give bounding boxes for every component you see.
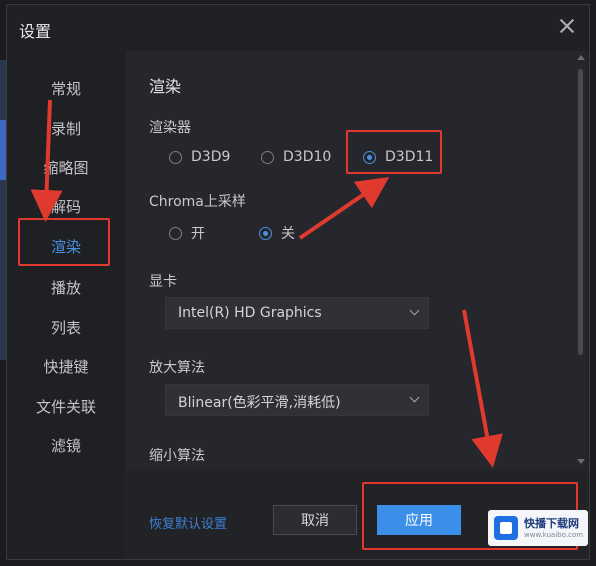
watermark-title: 快播下载网 (524, 517, 579, 530)
radio-checked-icon (259, 226, 272, 240)
radio-icon (261, 150, 274, 164)
renderer-option-d3d10[interactable]: D3D10 (261, 149, 331, 165)
cancel-button[interactable]: 取消 (273, 505, 357, 535)
renderer-option-d3d9[interactable]: D3D9 (169, 149, 230, 165)
scrollbar-thumb[interactable] (578, 69, 583, 355)
upscale-select-value: Blinear(色彩平滑,消耗低) (178, 395, 341, 411)
sidebar-item-render[interactable]: 渲染 (7, 234, 125, 260)
chroma-option-label: 关 (281, 226, 295, 242)
site-watermark: 快播下载网 www.kuaibo.com (488, 510, 588, 546)
sidebar-item-file-association[interactable]: 文件关联 (7, 394, 125, 420)
renderer-option-label: D3D10 (283, 149, 332, 165)
chroma-label: Chroma上采样 (149, 194, 246, 210)
chroma-option-off[interactable]: 关 (259, 223, 295, 243)
site-logo-icon (494, 516, 518, 540)
sidebar-item-playback[interactable]: 播放 (7, 275, 125, 301)
close-icon[interactable] (555, 15, 579, 39)
gpu-select[interactable]: Intel(R) HD Graphics (165, 297, 429, 329)
settings-sidebar: 常规 录制 缩略图 解码 渲染 播放 列表 快捷键 文件关联 滤镜 (7, 51, 125, 559)
chevron-down-icon (409, 392, 420, 403)
renderer-option-d3d11[interactable]: D3D11 (363, 149, 433, 165)
sidebar-item-decode[interactable]: 解码 (7, 194, 125, 220)
chroma-option-on[interactable]: 开 (169, 223, 205, 243)
radio-checked-icon (363, 150, 376, 164)
sidebar-item-shortcuts[interactable]: 快捷键 (7, 354, 125, 380)
title-bar: 设置 (7, 5, 589, 51)
chroma-option-label: 开 (191, 226, 205, 242)
chevron-down-icon (409, 305, 420, 316)
upscale-label: 放大算法 (149, 360, 205, 376)
sidebar-item-filters[interactable]: 滤镜 (7, 433, 125, 459)
sidebar-item-record[interactable]: 录制 (7, 116, 125, 142)
dialog-title: 设置 (19, 22, 52, 41)
gpu-label: 显卡 (149, 274, 177, 290)
settings-content: 渲染 渲染器 D3D9 D3D10 D3D11 Chroma上采样 开 关 显卡… (125, 51, 585, 469)
radio-icon (169, 150, 182, 164)
downscale-label: 缩小算法 (149, 448, 205, 464)
settings-dialog: 设置 常规 录制 缩略图 解码 渲染 播放 列表 快捷键 文件关联 滤镜 渲染 … (6, 4, 590, 560)
radio-icon (169, 226, 182, 240)
renderer-option-label: D3D11 (385, 149, 434, 165)
sidebar-item-thumbnail[interactable]: 缩略图 (7, 155, 125, 181)
gpu-select-value: Intel(R) HD Graphics (178, 305, 322, 321)
section-title: 渲染 (149, 77, 182, 96)
sidebar-item-general[interactable]: 常规 (7, 76, 125, 102)
restore-defaults-link[interactable]: 恢复默认设置 (149, 513, 227, 532)
upscale-select[interactable]: Blinear(色彩平滑,消耗低) (165, 384, 429, 416)
scroll-down-icon[interactable] (577, 459, 585, 464)
renderer-option-label: D3D9 (191, 149, 231, 165)
renderer-label: 渲染器 (149, 120, 191, 136)
scroll-up-icon[interactable] (577, 55, 585, 60)
sidebar-item-list[interactable]: 列表 (7, 315, 125, 341)
watermark-subtitle: www.kuaibo.com (524, 531, 584, 539)
apply-button[interactable]: 应用 (377, 505, 461, 535)
